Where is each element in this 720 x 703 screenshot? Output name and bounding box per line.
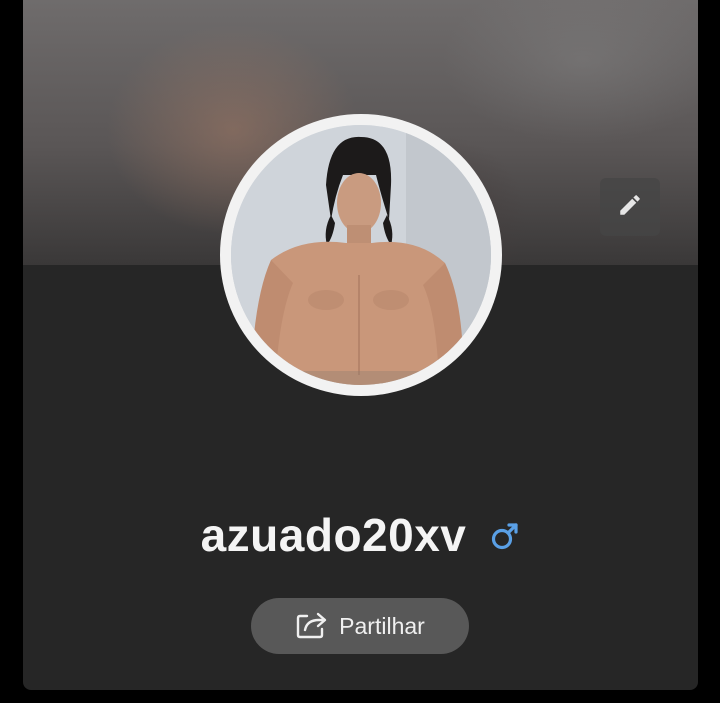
avatar[interactable]: [231, 125, 491, 385]
share-button-label: Partilhar: [339, 612, 425, 639]
share-button[interactable]: Partilhar: [251, 598, 469, 654]
male-symbol-icon: [490, 521, 520, 551]
username: azuado20xv: [200, 509, 467, 561]
profile-card: azuado20xv Partilhar: [23, 0, 698, 690]
pencil-icon: [617, 192, 643, 223]
avatar-ring: [220, 114, 502, 396]
edit-cover-button[interactable]: [600, 178, 660, 236]
share-arrow-icon: [295, 608, 329, 645]
username-row: azuado20xv: [23, 505, 698, 565]
